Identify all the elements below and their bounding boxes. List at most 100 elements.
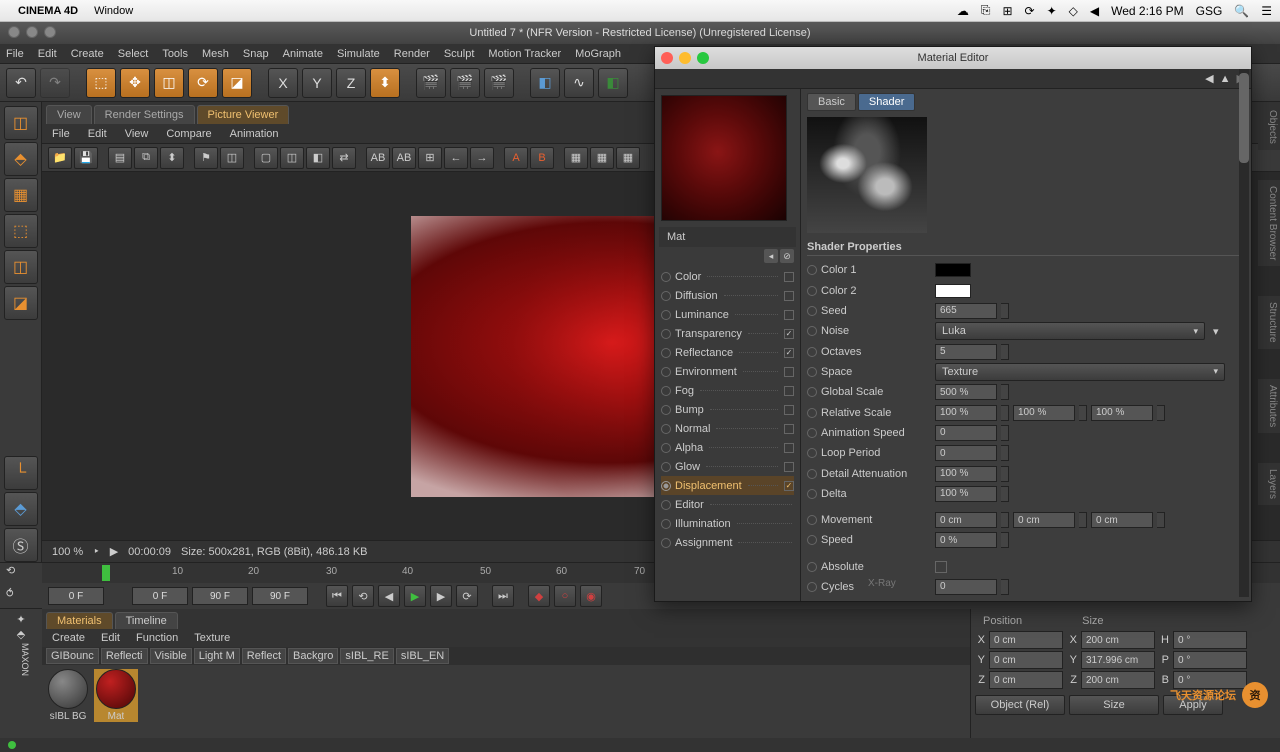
tab-objects[interactable]: Objects [1258,104,1280,150]
select-tool-icon[interactable]: ⬚ [86,68,116,98]
spinner-icon[interactable] [1001,579,1009,595]
channel-displacement[interactable]: Displacement✓ [661,476,794,495]
spinner-icon[interactable] [1001,466,1009,482]
channel-editor[interactable]: Editor [661,495,794,514]
rscale-x-field[interactable]: 100 % [935,405,997,421]
mat-filter[interactable]: GIBounc [46,648,99,664]
noise-dropdown[interactable]: Luka [935,322,1205,340]
move-x-field[interactable]: 0 cm [935,512,997,528]
pv-set-b-icon[interactable]: B [530,147,554,169]
me-scrollbar[interactable] [1239,89,1249,597]
scale-tool-icon[interactable]: ◫ [154,68,184,98]
tray-icon[interactable]: ☁ [957,4,969,18]
autokey-icon[interactable]: ○ [554,585,576,607]
material-editor-titlebar[interactable]: Material Editor [655,47,1251,69]
mat-filter[interactable]: sIBL_EN [396,648,449,664]
timeline-tool-icon[interactable]: ⥀ [6,587,36,607]
pv-grid3-icon[interactable]: ▦ [616,147,640,169]
coord-system-icon[interactable]: ⬍ [370,68,400,98]
tab-render-settings[interactable]: Render Settings [94,105,195,124]
mat-filter[interactable]: Reflect [242,648,286,664]
radio-icon[interactable] [661,462,671,472]
rot-h-field[interactable]: 0 ° [1173,631,1247,649]
spotlight-icon[interactable]: 🔍 [1234,4,1249,18]
spinner-icon[interactable] [1001,405,1009,421]
pv-menu-compare[interactable]: Compare [166,128,211,140]
pv-single-icon[interactable]: ▢ [254,147,278,169]
pv-ab-b-icon[interactable]: AB [392,147,416,169]
radio-icon[interactable] [807,367,817,377]
radio-icon[interactable] [807,428,817,438]
me-back-icon[interactable]: ◀ [1205,72,1213,85]
radio-icon[interactable] [807,265,817,275]
timeline-tool-icon[interactable]: ⟲ [6,564,36,584]
radio-icon[interactable] [661,386,671,396]
pos-z-field[interactable]: 0 cm [989,671,1063,689]
play-icon[interactable]: ▶ [110,545,118,558]
channel-bump[interactable]: Bump [661,400,794,419]
pv-histogram-icon[interactable]: ▤ [108,147,132,169]
size-x-field[interactable]: 200 cm [1081,631,1155,649]
me-minimize-button[interactable] [679,52,691,64]
menu-mesh[interactable]: Mesh [202,48,229,60]
goto-end-icon[interactable]: ⏭ [492,585,514,607]
material-thumb[interactable]: Mat [94,669,138,722]
radio-icon[interactable] [807,535,817,545]
tab-view[interactable]: View [46,105,92,124]
tab-structure[interactable]: Structure [1258,296,1280,349]
mat-filter[interactable]: Backgro [288,648,338,664]
radio-icon[interactable] [807,387,817,397]
pos-x-field[interactable]: 0 cm [989,631,1063,649]
y-axis-icon[interactable]: Y [302,68,332,98]
mat-filter[interactable]: sIBL_RE [340,648,393,664]
pv-menu-animation[interactable]: Animation [230,128,279,140]
menu-sculpt[interactable]: Sculpt [444,48,475,60]
channel-checkbox[interactable] [784,462,794,472]
menu-animate[interactable]: Animate [283,48,323,60]
last-tool-icon[interactable]: ◪ [222,68,252,98]
channel-checkbox[interactable] [784,367,794,377]
close-button[interactable] [8,26,20,38]
pv-menu-file[interactable]: File [52,128,70,140]
redo-icon[interactable]: ↷ [40,68,70,98]
channel-illumination[interactable]: Illumination [661,514,794,533]
render-view-icon[interactable]: 🎬 [416,68,446,98]
color1-swatch[interactable] [935,263,971,277]
radio-icon[interactable] [661,272,671,282]
clock[interactable]: Wed 2:16 PM [1111,4,1183,18]
step-fwd-icon[interactable]: ⟳ [456,585,478,607]
bp-tool-icon[interactable]: ⬘ [17,628,25,641]
radio-icon[interactable] [661,519,671,529]
current-frame-field[interactable]: 0 F [48,587,104,605]
mat-filter[interactable]: Reflecti [101,648,148,664]
pv-filter-icon[interactable]: ⚑ [194,147,218,169]
menu-edit[interactable]: Edit [38,48,57,60]
anim-speed-field[interactable]: 0 [935,425,997,441]
me-prev-mat-icon[interactable]: ◂ [764,249,778,263]
channel-checkbox[interactable]: ✓ [784,348,794,358]
pv-split-icon[interactable]: ◧ [306,147,330,169]
polygon-mode-icon[interactable]: ◪ [4,286,38,320]
menu-motion-tracker[interactable]: Motion Tracker [488,48,561,60]
channel-glow[interactable]: Glow [661,457,794,476]
spinner-icon[interactable] [1001,384,1009,400]
prev-frame-icon[interactable]: ◀ [378,585,400,607]
channel-color[interactable]: Color [661,267,794,286]
user-name[interactable]: GSG [1196,4,1223,18]
next-frame-icon[interactable]: ▶ [430,585,452,607]
channel-fog[interactable]: Fog [661,381,794,400]
octaves-field[interactable]: 5 [935,344,997,360]
channel-checkbox[interactable] [784,443,794,453]
channel-assignment[interactable]: Assignment [661,533,794,552]
pos-y-field[interactable]: 0 cm [989,651,1063,669]
pv-nav-icon[interactable]: ⬍ [160,147,184,169]
pv-menu-edit[interactable]: Edit [88,128,107,140]
pv-grid1-icon[interactable]: ▦ [564,147,588,169]
pv-zoom-icon[interactable]: ⊞ [418,147,442,169]
playhead-icon[interactable] [102,565,110,581]
x-axis-icon[interactable]: X [268,68,298,98]
me-up-icon[interactable]: ▲ [1220,73,1231,85]
radio-icon[interactable] [661,500,671,510]
volume-icon[interactable]: ◀ [1090,4,1099,18]
bp-tool-icon[interactable]: ✦ [16,613,25,626]
